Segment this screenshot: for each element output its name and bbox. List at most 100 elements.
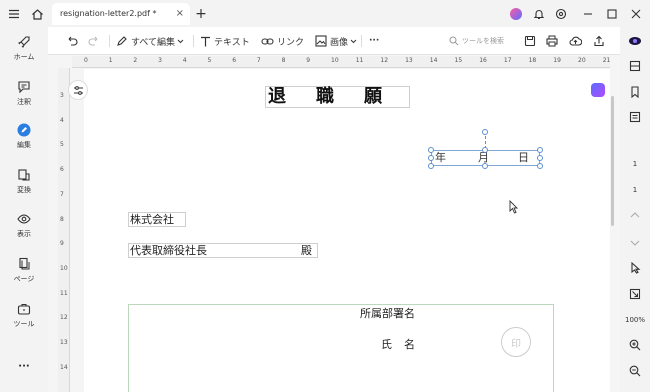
- ruler-tick-label: 10: [60, 264, 68, 272]
- horizontal-ruler: 0 1 2 3 4 5 6 7 8 9 10 11 12 13 14 15 16 17 18 19 20 21: [72, 56, 610, 68]
- document-tab[interactable]: resignation-letter2.pdf * ×: [52, 3, 190, 25]
- close-window-icon[interactable]: [626, 4, 646, 24]
- name-label[interactable]: 氏名: [381, 336, 427, 352]
- document-title-textbox[interactable]: 退職願: [265, 86, 410, 108]
- sidebar-item-label: 表示: [17, 230, 31, 238]
- adjust-sliders-icon[interactable]: [68, 80, 88, 100]
- ai-sidebar-icon[interactable]: [591, 83, 605, 97]
- more-tools-button[interactable]: ···: [369, 33, 379, 49]
- ruler-tick-label: 13: [60, 339, 68, 346]
- resize-handle-left[interactable]: [428, 155, 434, 161]
- ruler-tick-label: 14: [60, 363, 68, 371]
- ruler-tick-label: 12: [380, 57, 389, 64]
- vertical-scrollbar[interactable]: [611, 96, 614, 226]
- new-tab-icon[interactable]: +: [191, 4, 211, 24]
- text-tool-button[interactable]: テキスト: [200, 33, 250, 49]
- image-tool-button[interactable]: 画像: [315, 33, 357, 49]
- link-tool-label: リンク: [277, 37, 305, 48]
- sidebar-item-edit[interactable]: 編集: [0, 123, 48, 150]
- sidebar-item-view[interactable]: 表示: [0, 212, 48, 239]
- ruler-tick-label: 6: [60, 166, 64, 174]
- resize-handle-bottom-left[interactable]: [428, 163, 434, 169]
- text-icon: [201, 36, 210, 46]
- ai-assistant-icon[interactable]: [506, 4, 526, 24]
- print-icon[interactable]: [546, 33, 558, 49]
- pages-icon: [19, 257, 30, 270]
- pen-icon: [117, 36, 127, 46]
- menu-icon[interactable]: [4, 4, 24, 24]
- sidebar-item-label: 注釈: [17, 98, 31, 106]
- fit-page-icon[interactable]: [627, 286, 643, 302]
- sidebar-item-home[interactable]: ホーム: [0, 35, 48, 62]
- tab-title: resignation-letter2.pdf *: [60, 9, 157, 18]
- resize-handle-top-right[interactable]: [537, 147, 543, 153]
- date-day: 日: [518, 151, 529, 164]
- eye-logo-icon[interactable]: [627, 33, 643, 49]
- zoom-level[interactable]: 100%: [620, 316, 650, 324]
- sidebar-more-button[interactable]: ···: [0, 361, 48, 372]
- undo-icon[interactable]: [66, 33, 78, 49]
- ruler-tick-label: 0: [84, 57, 88, 64]
- tab-close-icon[interactable]: ×: [176, 3, 184, 25]
- share-icon[interactable]: [593, 33, 605, 49]
- sidebar-item-tools[interactable]: ツール: [0, 302, 48, 329]
- text-tool-label: テキスト: [214, 37, 250, 48]
- sidebar-item-annotate[interactable]: 注釈: [0, 80, 48, 107]
- zoom-out-icon[interactable]: [627, 363, 643, 379]
- ruler-tick-label: 7: [256, 57, 261, 64]
- addressee-textbox[interactable]: 代表取締役社長 殿: [128, 243, 318, 258]
- ruler-tick-label: 3: [60, 92, 64, 99]
- save-icon[interactable]: [524, 33, 536, 49]
- ruler-tick-label: 5: [207, 57, 212, 64]
- ruler-tick-label: 2: [133, 57, 138, 64]
- image-tool-label: 画像: [330, 37, 349, 48]
- resize-handle-bottom[interactable]: [482, 163, 488, 169]
- edit-all-button[interactable]: すべて編集: [116, 33, 184, 49]
- link-tool-button[interactable]: リンク: [261, 33, 304, 49]
- department-label[interactable]: 所属部署名: [360, 305, 415, 321]
- resize-handle-top[interactable]: [482, 147, 488, 153]
- zoom-in-icon[interactable]: [627, 337, 643, 353]
- minimize-icon[interactable]: [578, 4, 598, 24]
- redo-icon[interactable]: [88, 33, 100, 49]
- edit-icon: [17, 123, 31, 137]
- select-cursor-icon[interactable]: [627, 260, 643, 276]
- tool-search-input[interactable]: ツールを検索: [449, 33, 504, 49]
- ruler-tick-label: 15: [454, 57, 463, 64]
- bookmark-icon[interactable]: [627, 84, 643, 100]
- sidebar-item-convert[interactable]: 変換: [0, 168, 48, 195]
- resize-handle-top-left[interactable]: [428, 147, 434, 153]
- ruler-tick-label: 20: [578, 57, 586, 64]
- chevron-up-icon[interactable]: [627, 207, 643, 223]
- sidebar-item-pages[interactable]: ページ: [0, 257, 48, 284]
- ruler-tick-label: 14: [429, 57, 438, 64]
- home-icon[interactable]: [27, 4, 47, 24]
- ruler-tick-label: 4: [182, 57, 187, 64]
- ruler-tick-label: 13: [405, 57, 413, 64]
- chevron-down-icon[interactable]: [627, 235, 643, 251]
- resize-handle-right[interactable]: [537, 155, 543, 161]
- sidebar-item-label: ページ: [13, 275, 35, 283]
- bell-icon[interactable]: [529, 4, 549, 24]
- ruler-tick-label: 4: [60, 116, 64, 124]
- ruler-tick-label: 19: [553, 57, 561, 64]
- comment-list-icon[interactable]: [627, 109, 643, 125]
- ruler-tick-label: 5: [60, 141, 64, 149]
- ruler-tick-label: 8: [281, 57, 286, 64]
- ruler-tick-label: 11: [355, 57, 364, 64]
- sidebar-item-label: 変換: [17, 186, 31, 194]
- company-name-textbox[interactable]: 株式会社: [128, 212, 186, 227]
- sidebar-item-label: 編集: [17, 141, 31, 149]
- ruler-tick-label: 8: [60, 215, 64, 223]
- rotate-handle[interactable]: [482, 129, 488, 135]
- search-placeholder: ツールを検索: [462, 37, 504, 45]
- edit-toolbar: すべて編集 テキスト リンク 画像 ··· ツールを検索: [48, 27, 620, 55]
- settings-gear-icon[interactable]: [551, 4, 571, 24]
- cloud-upload-icon[interactable]: [569, 33, 582, 49]
- ruler-tick-label: 18: [528, 57, 537, 64]
- maximize-icon[interactable]: [602, 4, 622, 24]
- resize-handle-bottom-right[interactable]: [537, 163, 543, 169]
- toolbar-divider: [361, 35, 362, 47]
- current-page-number[interactable]: 1: [620, 160, 650, 168]
- layout-panel-icon[interactable]: [627, 58, 643, 74]
